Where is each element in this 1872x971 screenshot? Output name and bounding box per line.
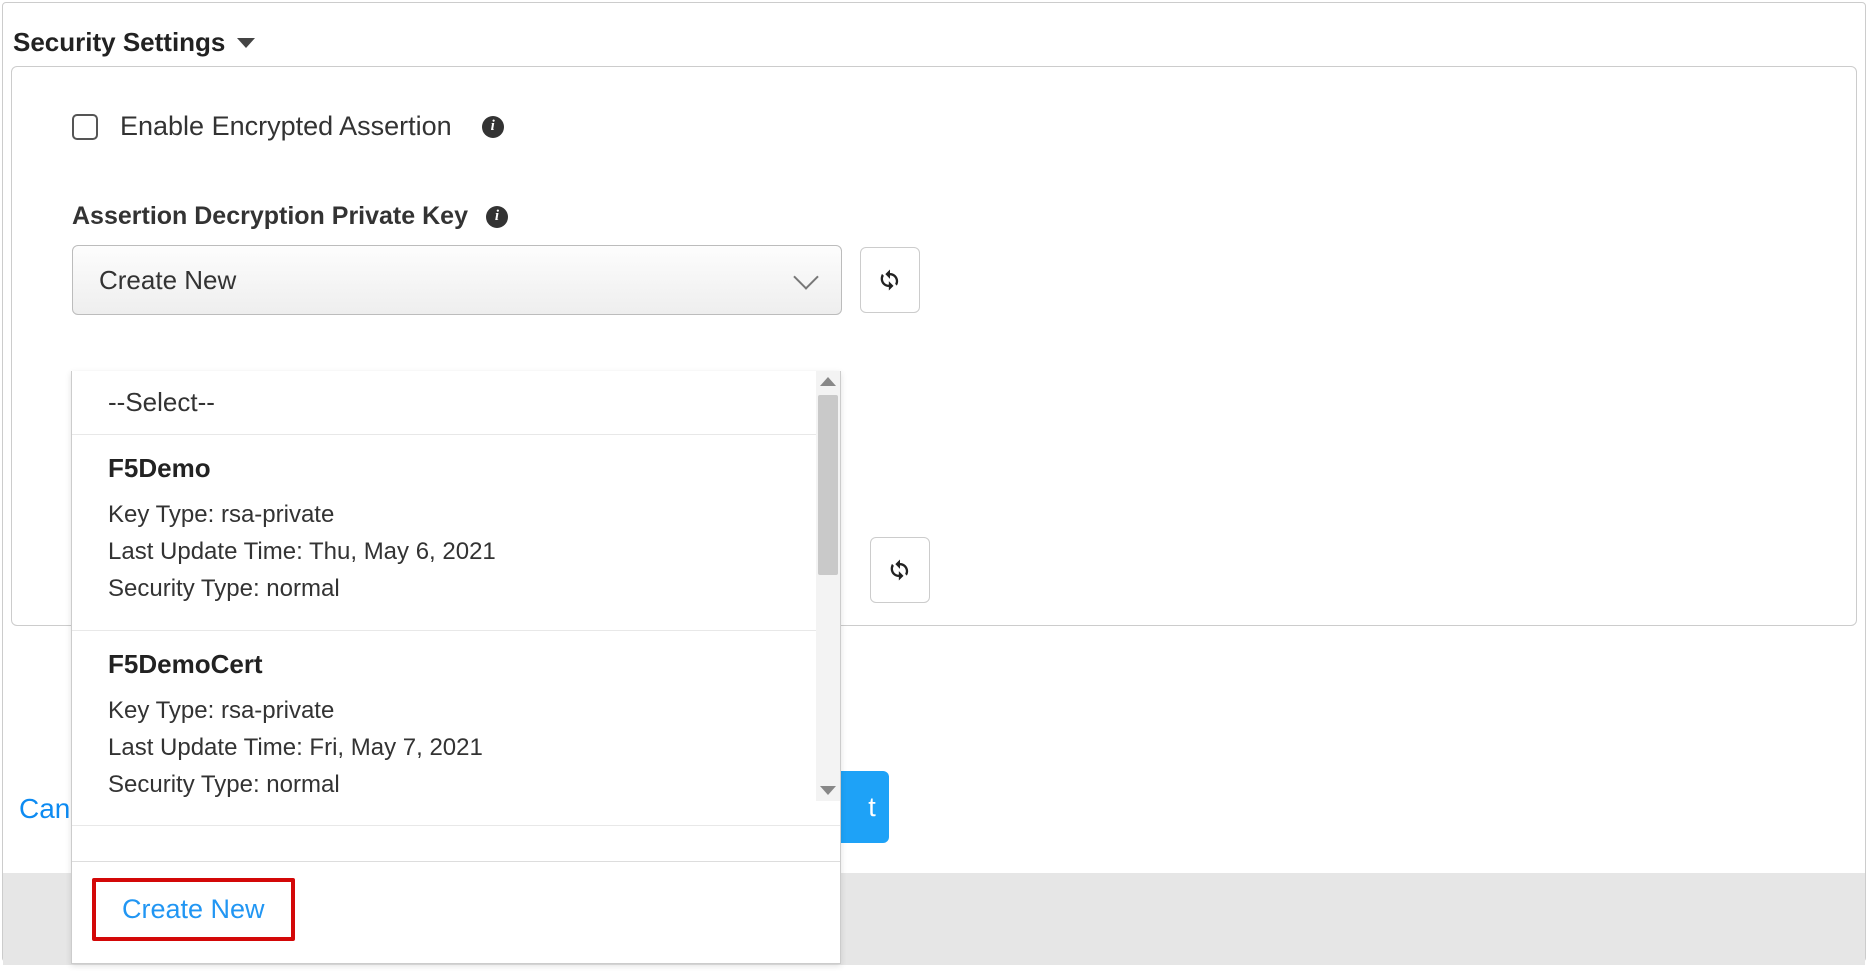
dropdown-option-keytype: Key Type: rsa-private [108,496,804,533]
refresh-icon [886,556,914,584]
scroll-up-icon[interactable] [820,377,836,386]
assertion-key-dropdown: --Select-- F5Demo Key Type: rsa-private … [71,371,841,964]
dropdown-create-row: Create New [72,861,840,963]
assertion-key-select[interactable]: Create New [72,245,842,315]
dropdown-scroll-area: --Select-- F5Demo Key Type: rsa-private … [72,371,840,861]
next-button-text: t [868,792,876,823]
dropdown-option-partial-text [108,826,804,848]
next-button-partial[interactable]: t [833,771,889,843]
assertion-key-select-row: Create New [72,245,1796,315]
assertion-key-selected-value: Create New [99,265,236,296]
enable-encrypted-label: Enable Encrypted Assertion [120,111,452,142]
scrollbar-thumb[interactable] [818,395,838,575]
info-icon[interactable]: i [482,116,504,138]
dropdown-placeholder-text: --Select-- [108,387,215,417]
refresh-button[interactable] [860,247,920,313]
dropdown-option-keytype: Key Type: rsa-private [108,692,804,729]
enable-encrypted-checkbox[interactable] [72,114,98,140]
assertion-key-label-row: Assertion Decryption Private Key i [72,202,1796,231]
assertion-key-label: Assertion Decryption Private Key [72,202,468,231]
dropdown-option-lastupdate: Last Update Time: Fri, May 7, 2021 [108,729,804,766]
dropdown-option-name: F5DemoCert [108,649,804,680]
create-new-button[interactable]: Create New [92,878,295,941]
dropdown-option-name: F5Demo [108,453,804,484]
enable-encrypted-row: Enable Encrypted Assertion i [72,111,1796,142]
refresh-icon [876,266,904,294]
cancel-link-text: Can [19,793,70,824]
cancel-link-partial[interactable]: Can [19,793,70,825]
dropdown-option[interactable]: F5Demo Key Type: rsa-private Last Update… [72,435,840,631]
info-icon[interactable]: i [486,206,508,228]
scrollbar-track[interactable] [816,371,840,801]
dropdown-option-partial[interactable] [72,826,840,848]
section-title: Security Settings [13,27,225,58]
dropdown-option-securitytype: Security Type: normal [108,766,804,803]
dropdown-option-securitytype: Security Type: normal [108,570,804,607]
create-new-label: Create New [122,894,265,924]
chevron-down-icon [793,264,818,289]
caret-down-icon [237,38,255,48]
dropdown-placeholder-option[interactable]: --Select-- [72,371,840,435]
section-header-row[interactable]: Security Settings [3,3,1865,66]
scroll-down-icon[interactable] [820,786,836,795]
dropdown-option[interactable]: F5DemoCert Key Type: rsa-private Last Up… [72,631,840,827]
dropdown-option-lastupdate: Last Update Time: Thu, May 6, 2021 [108,533,804,570]
refresh-button-secondary[interactable] [870,537,930,603]
